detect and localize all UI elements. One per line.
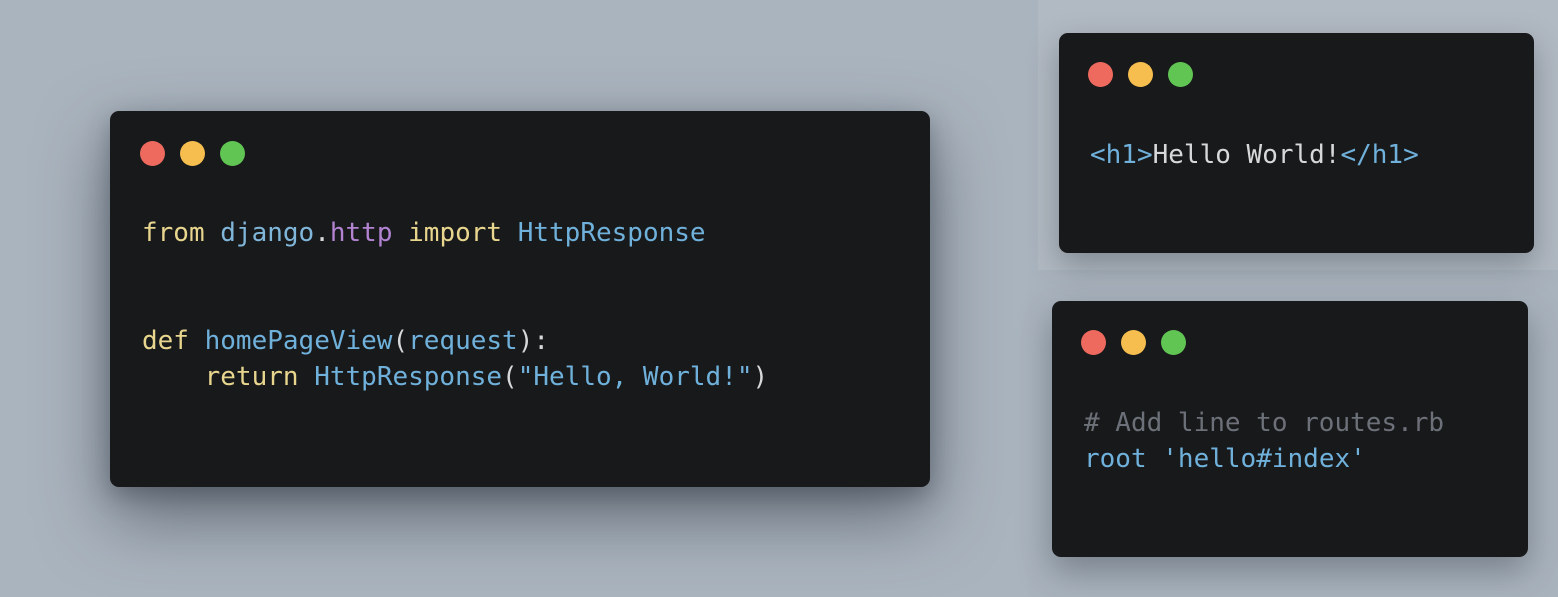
window-controls	[1081, 330, 1186, 355]
close-paren-colon: ):	[517, 326, 550, 356]
minimize-dot-icon[interactable]	[1121, 330, 1146, 355]
parameter-name: request	[408, 326, 518, 356]
close-paren: )	[752, 362, 769, 392]
window-controls	[140, 141, 245, 166]
keyword-def: def	[142, 326, 189, 356]
keyword-root: root	[1084, 444, 1147, 474]
dot-operator: .	[314, 218, 330, 248]
html-code-block: <h1>Hello World!</h1>	[1090, 137, 1419, 173]
python-code-window: from django.http import HttpResponse def…	[110, 111, 930, 487]
string-literal: "Hello, World!"	[517, 362, 753, 392]
imported-class: HttpResponse	[517, 218, 706, 248]
minimize-dot-icon[interactable]	[1128, 62, 1153, 87]
maximize-dot-icon[interactable]	[220, 141, 245, 166]
function-name: homePageView	[204, 326, 393, 356]
keyword-return: return	[204, 362, 299, 392]
submodule-name: http	[329, 218, 393, 248]
code-line-blank-1	[142, 251, 768, 287]
window-controls	[1088, 62, 1193, 87]
python-code-block: from django.http import HttpResponse def…	[142, 215, 768, 395]
keyword-import: import	[408, 218, 503, 248]
open-paren: (	[392, 326, 409, 356]
code-line-1: <h1>Hello World!</h1>	[1090, 137, 1419, 173]
code-line-2: def homePageView(request):	[142, 323, 768, 359]
keyword-from: from	[142, 218, 205, 248]
minimize-dot-icon[interactable]	[180, 141, 205, 166]
ruby-code-window: # Add line to routes.rb root 'hello#index…	[1052, 301, 1528, 557]
code-line-blank-2	[142, 287, 768, 323]
close-tag: </h1>	[1340, 140, 1419, 170]
module-name: django	[220, 218, 315, 248]
code-comment: # Add line to routes.rb	[1084, 408, 1445, 438]
maximize-dot-icon[interactable]	[1168, 62, 1193, 87]
route-string: 'hello#index'	[1162, 444, 1366, 474]
code-line-2: root 'hello#index'	[1084, 441, 1444, 477]
close-dot-icon[interactable]	[1081, 330, 1106, 355]
html-code-window: <h1>Hello World!</h1>	[1059, 33, 1534, 253]
close-dot-icon[interactable]	[140, 141, 165, 166]
maximize-dot-icon[interactable]	[1161, 330, 1186, 355]
open-tag: <h1>	[1090, 140, 1153, 170]
code-line-3: return HttpResponse("Hello, World!")	[142, 359, 769, 395]
open-paren: (	[502, 362, 518, 392]
response-class: HttpResponse	[314, 362, 503, 392]
ruby-code-block: # Add line to routes.rb root 'hello#index…	[1084, 405, 1444, 477]
heading-text: Hello World!	[1152, 140, 1341, 170]
close-dot-icon[interactable]	[1088, 62, 1113, 87]
code-line-1: from django.http import HttpResponse	[142, 215, 768, 251]
